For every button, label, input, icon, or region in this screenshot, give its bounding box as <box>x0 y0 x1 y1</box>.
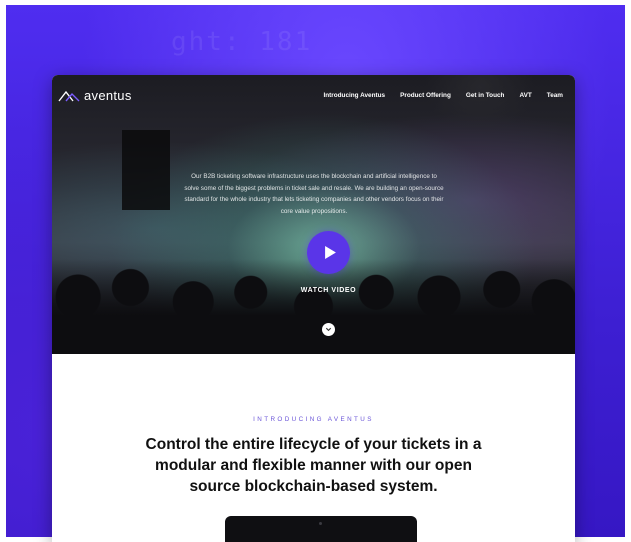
nav-link-introducing-aventus[interactable]: Introducing Aventus <box>323 92 385 99</box>
chevron-down-icon <box>325 327 332 332</box>
nav-link-get-in-touch[interactable]: Get in Touch <box>466 92 505 99</box>
intro-section: INTRODUCING AVENTUS Control the entire l… <box>52 354 575 542</box>
website-preview: aventus Introducing Aventus Product Offe… <box>52 75 575 542</box>
brand-name: aventus <box>84 87 132 103</box>
hero-speaker-silhouette <box>122 130 170 210</box>
nav-link-team[interactable]: Team <box>547 92 563 99</box>
section-headline: Control the entire lifecycle of your tic… <box>145 436 482 495</box>
device-camera <box>319 522 322 525</box>
nav-link-product-offering[interactable]: Product Offering <box>400 92 451 99</box>
brand-logo[interactable]: aventus <box>58 88 132 103</box>
hero-crowd-silhouette <box>52 259 575 354</box>
top-navigation: aventus Introducing Aventus Product Offe… <box>52 75 575 115</box>
aventus-logo-icon <box>58 89 80 102</box>
play-icon <box>324 246 336 259</box>
nav-link-avt[interactable]: AVT <box>519 92 531 99</box>
hero-description: Our B2B ticketing software infrastructur… <box>184 173 444 215</box>
hero-section: aventus Introducing Aventus Product Offe… <box>52 75 575 354</box>
scroll-down-button[interactable] <box>322 323 335 336</box>
nav-links: Introducing Aventus Product Offering Get… <box>323 92 563 99</box>
device-mockup <box>225 516 417 542</box>
background-code-text: ght: 181 <box>171 27 313 57</box>
section-eyebrow: INTRODUCING AVENTUS <box>253 416 374 423</box>
watch-video-label[interactable]: WATCH VIDEO <box>288 287 369 294</box>
play-video-button[interactable] <box>307 231 350 274</box>
